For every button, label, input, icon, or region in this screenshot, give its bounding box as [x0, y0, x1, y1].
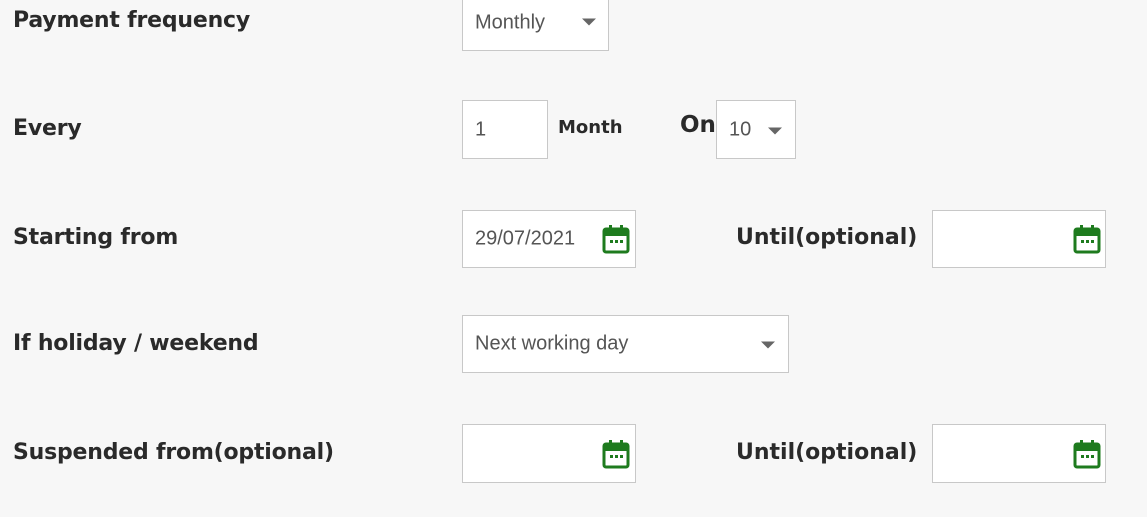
- every-interval-input[interactable]: 1: [462, 100, 548, 159]
- suspended-until-label: Until(optional): [736, 440, 918, 465]
- starting-until-date-input[interactable]: [932, 210, 1106, 268]
- on-day-select[interactable]: 10: [716, 100, 796, 159]
- every-interval-value: 1: [475, 118, 487, 140]
- holiday-rule-select[interactable]: Next working day: [462, 315, 789, 373]
- calendar-icon[interactable]: [602, 439, 630, 469]
- suspended-from-label: Suspended from(optional): [13, 440, 334, 465]
- chevron-down-icon: [582, 18, 596, 26]
- chevron-down-icon: [768, 127, 782, 135]
- calendar-icon[interactable]: [1073, 439, 1101, 469]
- suspended-until-date-input[interactable]: [932, 424, 1106, 483]
- starting-from-value: 29/07/2021: [475, 227, 576, 250]
- calendar-icon[interactable]: [602, 224, 630, 254]
- payment-schedule-form: Payment frequency Monthly Every 1 Month …: [0, 0, 1147, 517]
- starting-from-label: Starting from: [13, 225, 179, 250]
- starting-until-label: Until(optional): [736, 225, 918, 250]
- holiday-label: If holiday / weekend: [13, 331, 259, 356]
- payment-frequency-label: Payment frequency: [13, 8, 251, 33]
- on-label: On: [680, 112, 716, 138]
- payment-frequency-value: Monthly: [475, 11, 546, 34]
- suspended-from-date-input[interactable]: [462, 424, 636, 483]
- chevron-down-icon: [761, 341, 775, 349]
- every-label: Every: [13, 116, 82, 141]
- on-day-value: 10: [729, 118, 752, 140]
- holiday-rule-value: Next working day: [475, 332, 629, 355]
- every-unit-label: Month: [558, 117, 623, 138]
- calendar-icon[interactable]: [1073, 224, 1101, 254]
- payment-frequency-select[interactable]: Monthly: [462, 0, 609, 51]
- starting-from-date-input[interactable]: 29/07/2021: [462, 210, 636, 268]
